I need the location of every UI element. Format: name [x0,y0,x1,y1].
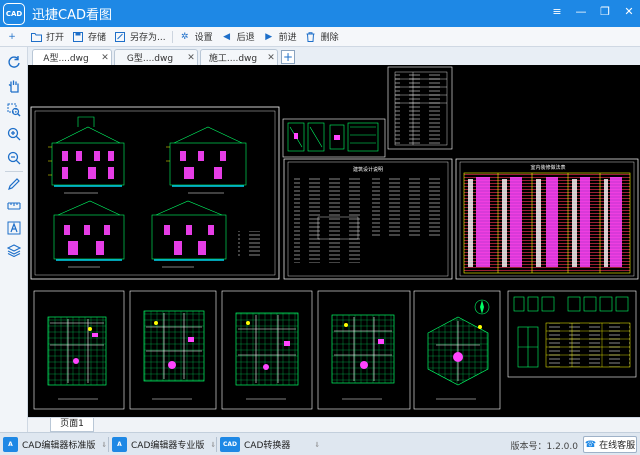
gear-icon: ✲ [180,31,189,42]
tab-g-dwg[interactable]: G型....dwg ✕ [114,49,198,65]
sheet-elevations [30,106,280,280]
settings-button[interactable]: ✲ 设置 [175,28,217,46]
save-as-label: 另存为... [130,33,166,43]
sheet-index [387,66,453,150]
tab-a-dwg[interactable]: A型....dwg ✕ [32,49,112,65]
toolbar-separator [171,30,173,43]
text-icon[interactable] [4,219,24,237]
tab-label: 施工....dwg [208,54,258,64]
delete-button[interactable]: 删除 [301,28,343,46]
cad-editor-pro-link[interactable]: A CAD编辑器专业版 ⇓ [112,436,216,453]
restore-icon[interactable]: ❐ [598,5,612,19]
toolbar: + 打开 存储 另存为... ✲ 设置 ◀ 后退 ▶ 前进 删除 [0,27,640,47]
arrow-right-icon: ▶ [265,31,273,42]
cad-viewer-window: CAD 迅捷CAD看图 ≡ — ❐ ✕ + 打开 存储 另存为... ✲ 设置 … [0,0,640,455]
ruler-icon[interactable] [4,197,24,215]
online-service-label: 在线客服 [599,441,636,451]
zoom-in-icon[interactable] [4,125,24,143]
rotate-icon[interactable] [4,53,24,71]
drawing-canvas[interactable]: 建筑设计说明 室内装修做法表 [28,65,640,417]
status-divider [216,437,217,452]
save-label: 存储 [88,33,107,43]
save-button[interactable]: 存储 [68,28,110,46]
cad-drawing: 建筑设计说明 室内装修做法表 [30,66,639,410]
chevron-down-icon: ⇓ [101,440,108,449]
status-bar: A CAD编辑器标准版 ⇓ A CAD编辑器专业版 ⇓ CAD CAD转换器 ⇓… [0,432,640,455]
product-label: CAD转换器 [244,441,291,451]
product-label: CAD编辑器标准版 [22,441,96,451]
menu-icon[interactable]: ≡ [550,5,564,19]
open-label: 打开 [46,33,65,43]
design-notes-title: 建筑设计说明 [353,166,383,173]
hand-icon[interactable] [4,77,24,95]
status-divider [108,437,109,452]
new-tab-button[interactable]: + [281,50,295,64]
layers-icon[interactable] [4,241,24,259]
page-tabs: 页面1 [28,417,640,432]
sheet-design-notes: 建筑设计说明 [283,158,453,280]
sheet-finishes-table: 室内装修做法表 [455,158,639,280]
zoom-window-icon[interactable] [4,101,24,119]
title-bar: CAD 迅捷CAD看图 ≡ — ❐ ✕ [0,0,640,27]
tab-construction-dwg[interactable]: 施工....dwg ✕ [200,49,278,65]
sheet-details [282,118,386,158]
left-toolbar [0,47,28,432]
delete-label: 删除 [320,33,339,43]
tab-label: G型....dwg [126,54,174,64]
forward-label: 前进 [278,33,297,43]
sheet-floor-plans [33,290,501,410]
cad-editor-standard-icon: A [3,437,18,452]
cad-editor-pro-icon: A [112,437,127,452]
minimize-icon[interactable]: — [574,5,588,19]
save-icon [72,31,84,43]
folder-open-icon [30,31,42,43]
tool-separator [5,171,23,172]
app-title: 迅捷CAD看图 [32,8,112,23]
toolbar-more-button[interactable]: + [2,28,26,46]
page-tab-1[interactable]: 页面1 [50,418,94,432]
chevron-down-icon: ⇓ [314,440,321,449]
back-button[interactable]: ◀ 后退 [217,28,259,46]
save-as-button[interactable]: 另存为... [110,28,170,46]
arrow-left-icon: ◀ [223,31,231,42]
forward-button[interactable]: ▶ 前进 [259,28,301,46]
cad-converter-icon: CAD [220,437,240,452]
tab-close-icon[interactable]: ✕ [265,53,277,63]
tab-label: A型....dwg [43,54,89,64]
pencil-icon[interactable] [4,175,24,193]
zoom-out-icon[interactable] [4,149,24,167]
cad-converter-link[interactable]: CAD CAD转换器 ⇓ [220,436,320,453]
save-as-icon [114,31,126,43]
close-icon[interactable]: ✕ [622,5,636,19]
plus-icon: + [8,31,16,42]
online-service-button[interactable]: ☎ 在线客服 [583,436,637,453]
trash-icon [305,31,317,43]
product-label: CAD编辑器专业版 [131,441,205,451]
back-label: 后退 [236,33,255,43]
headset-icon: ☎ [584,439,597,450]
sheet-door-window-details [507,290,637,378]
settings-label: 设置 [194,33,213,43]
open-button[interactable]: 打开 [26,28,68,46]
version-label: 版本号：1.2.0.0 [510,442,579,452]
tab-close-icon[interactable]: ✕ [185,53,197,63]
app-logo: CAD [3,2,25,25]
window-controls: ≡ — ❐ ✕ [550,5,636,19]
cad-editor-standard-link[interactable]: A CAD编辑器标准版 ⇓ [3,436,107,453]
finishes-table-title: 室内装修做法表 [530,164,565,171]
document-tabs: A型....dwg ✕ G型....dwg ✕ 施工....dwg ✕ + [28,47,640,65]
tab-close-icon[interactable]: ✕ [99,53,111,63]
